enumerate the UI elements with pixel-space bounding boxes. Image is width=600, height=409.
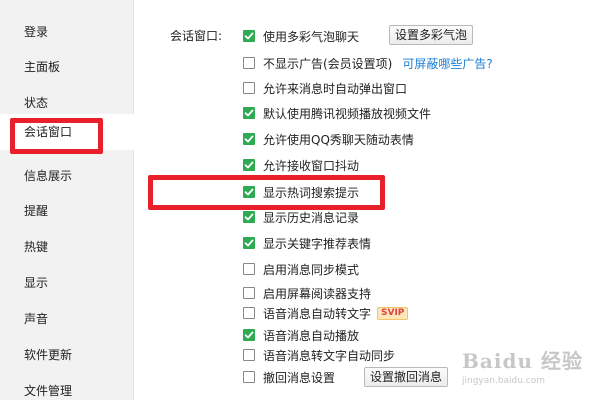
sidebar-item-label: 显示 bbox=[24, 276, 49, 290]
sidebar-item-label: 状态 bbox=[24, 96, 49, 110]
sidebar-item-hotkey[interactable]: 热键 bbox=[0, 229, 133, 265]
sidebar-item-main-panel[interactable]: 主面板 bbox=[0, 49, 133, 85]
option-recall-settings[interactable]: 撤回消息设置 bbox=[243, 368, 335, 386]
checkbox[interactable] bbox=[243, 30, 255, 42]
checkbox[interactable] bbox=[243, 263, 255, 275]
section-label: 会话窗口: bbox=[170, 29, 223, 43]
option-label: 允许接收窗口抖动 bbox=[263, 158, 360, 173]
checkbox[interactable] bbox=[243, 107, 255, 119]
check-icon bbox=[244, 109, 254, 117]
option-auto-popup[interactable]: 允许来消息时自动弹出窗口 bbox=[243, 79, 407, 97]
check-icon bbox=[244, 161, 254, 169]
option-window-shake[interactable]: 允许接收窗口抖动 bbox=[243, 156, 359, 174]
check-icon bbox=[244, 32, 254, 40]
highlight-box-option bbox=[148, 175, 385, 210]
option-tencent-video[interactable]: 默认使用腾讯视频播放视频文件 bbox=[243, 104, 431, 122]
watermark-url: jingyan.baidu.com bbox=[462, 376, 546, 386]
checkbox[interactable] bbox=[243, 307, 255, 319]
sidebar-item-label: 软件更新 bbox=[24, 348, 73, 362]
option-label: 撤回消息设置 bbox=[263, 370, 336, 385]
highlight-box-sidebar bbox=[10, 118, 103, 154]
sidebar-item-label: 文件管理 bbox=[24, 384, 73, 398]
sidebar-item-label: 提醒 bbox=[24, 204, 49, 218]
sidebar-item-login[interactable]: 登录 bbox=[0, 14, 133, 50]
sidebar-item-sound[interactable]: 声音 bbox=[0, 301, 133, 337]
sidebar-item-file-management[interactable]: 文件管理 bbox=[0, 373, 133, 409]
watermark-logo: Baidu 经验 bbox=[462, 349, 583, 373]
checkbox[interactable] bbox=[243, 82, 255, 94]
option-qq-show-emoji[interactable]: 允许使用QQ秀聊天随动表情 bbox=[243, 130, 414, 148]
set-recall-message-button[interactable]: 设置撤回消息 bbox=[364, 367, 449, 387]
sidebar-item-label: 登录 bbox=[24, 25, 49, 39]
sidebar-item-label: 信息展示 bbox=[24, 169, 73, 183]
sidebar-item-reminder[interactable]: 提醒 bbox=[0, 193, 133, 229]
settings-sidebar: 登录 主面板 状态 会话窗口 信息展示 提醒 热键 显示 声音 软件更新 文件管… bbox=[0, 0, 134, 400]
checkbox[interactable] bbox=[243, 237, 255, 249]
ads-info-link[interactable]: 可屏蔽哪些广告? bbox=[402, 55, 492, 72]
checkbox[interactable] bbox=[243, 371, 255, 383]
option-label: 启用屏幕阅读器支持 bbox=[263, 286, 372, 301]
check-icon bbox=[244, 213, 254, 221]
sidebar-item-label: 主面板 bbox=[24, 60, 61, 74]
option-label: 不显示广告(会员设置项) bbox=[263, 56, 393, 71]
option-colorful-bubble[interactable]: 使用多彩气泡聊天 bbox=[243, 27, 359, 45]
option-screen-reader[interactable]: 启用屏幕阅读器支持 bbox=[243, 284, 371, 302]
option-voice-to-text[interactable]: 语音消息自动转文字 SVIP bbox=[243, 304, 409, 322]
checkbox[interactable] bbox=[243, 57, 255, 69]
checkbox[interactable] bbox=[243, 329, 255, 341]
option-label: 启用消息同步模式 bbox=[263, 262, 360, 277]
option-hide-ads[interactable]: 不显示广告(会员设置项) 可屏蔽哪些广告? bbox=[243, 54, 493, 72]
sidebar-item-info-display[interactable]: 信息展示 bbox=[0, 158, 133, 194]
checkbox[interactable] bbox=[243, 159, 255, 171]
checkbox[interactable] bbox=[243, 349, 255, 361]
option-label: 语音消息自动转文字 bbox=[263, 306, 372, 321]
option-history-messages[interactable]: 显示历史消息记录 bbox=[243, 208, 359, 226]
sidebar-item-label: 热键 bbox=[24, 240, 49, 254]
option-label: 语音消息自动播放 bbox=[263, 328, 360, 343]
sidebar-item-label: 声音 bbox=[24, 312, 49, 326]
option-label: 显示关键字推荐表情 bbox=[263, 236, 372, 251]
set-colorful-bubble-button[interactable]: 设置多彩气泡 bbox=[389, 25, 474, 45]
sidebar-item-display[interactable]: 显示 bbox=[0, 265, 133, 301]
svip-badge: SVIP bbox=[377, 306, 409, 320]
option-label: 允许使用QQ秀聊天随动表情 bbox=[263, 132, 414, 147]
watermark: Baidu 经验 jingyan.baidu.com bbox=[462, 345, 592, 397]
checkbox[interactable] bbox=[243, 211, 255, 223]
option-voice-autoplay[interactable]: 语音消息自动播放 bbox=[243, 326, 359, 344]
option-label: 允许来消息时自动弹出窗口 bbox=[263, 81, 408, 96]
option-keyword-emoji[interactable]: 显示关键字推荐表情 bbox=[243, 234, 371, 252]
checkbox[interactable] bbox=[243, 133, 255, 145]
option-label: 语音消息转文字自动同步 bbox=[263, 348, 396, 363]
sidebar-item-update[interactable]: 软件更新 bbox=[0, 337, 133, 373]
checkbox[interactable] bbox=[243, 287, 255, 299]
option-message-sync[interactable]: 启用消息同步模式 bbox=[243, 260, 359, 278]
check-icon bbox=[244, 239, 254, 247]
check-icon bbox=[244, 331, 254, 339]
option-label: 使用多彩气泡聊天 bbox=[263, 29, 360, 44]
check-icon bbox=[244, 135, 254, 143]
option-label: 显示历史消息记录 bbox=[263, 210, 360, 225]
option-label: 默认使用腾讯视频播放视频文件 bbox=[263, 106, 432, 121]
option-voice-text-sync[interactable]: 语音消息转文字自动同步 bbox=[243, 346, 395, 364]
